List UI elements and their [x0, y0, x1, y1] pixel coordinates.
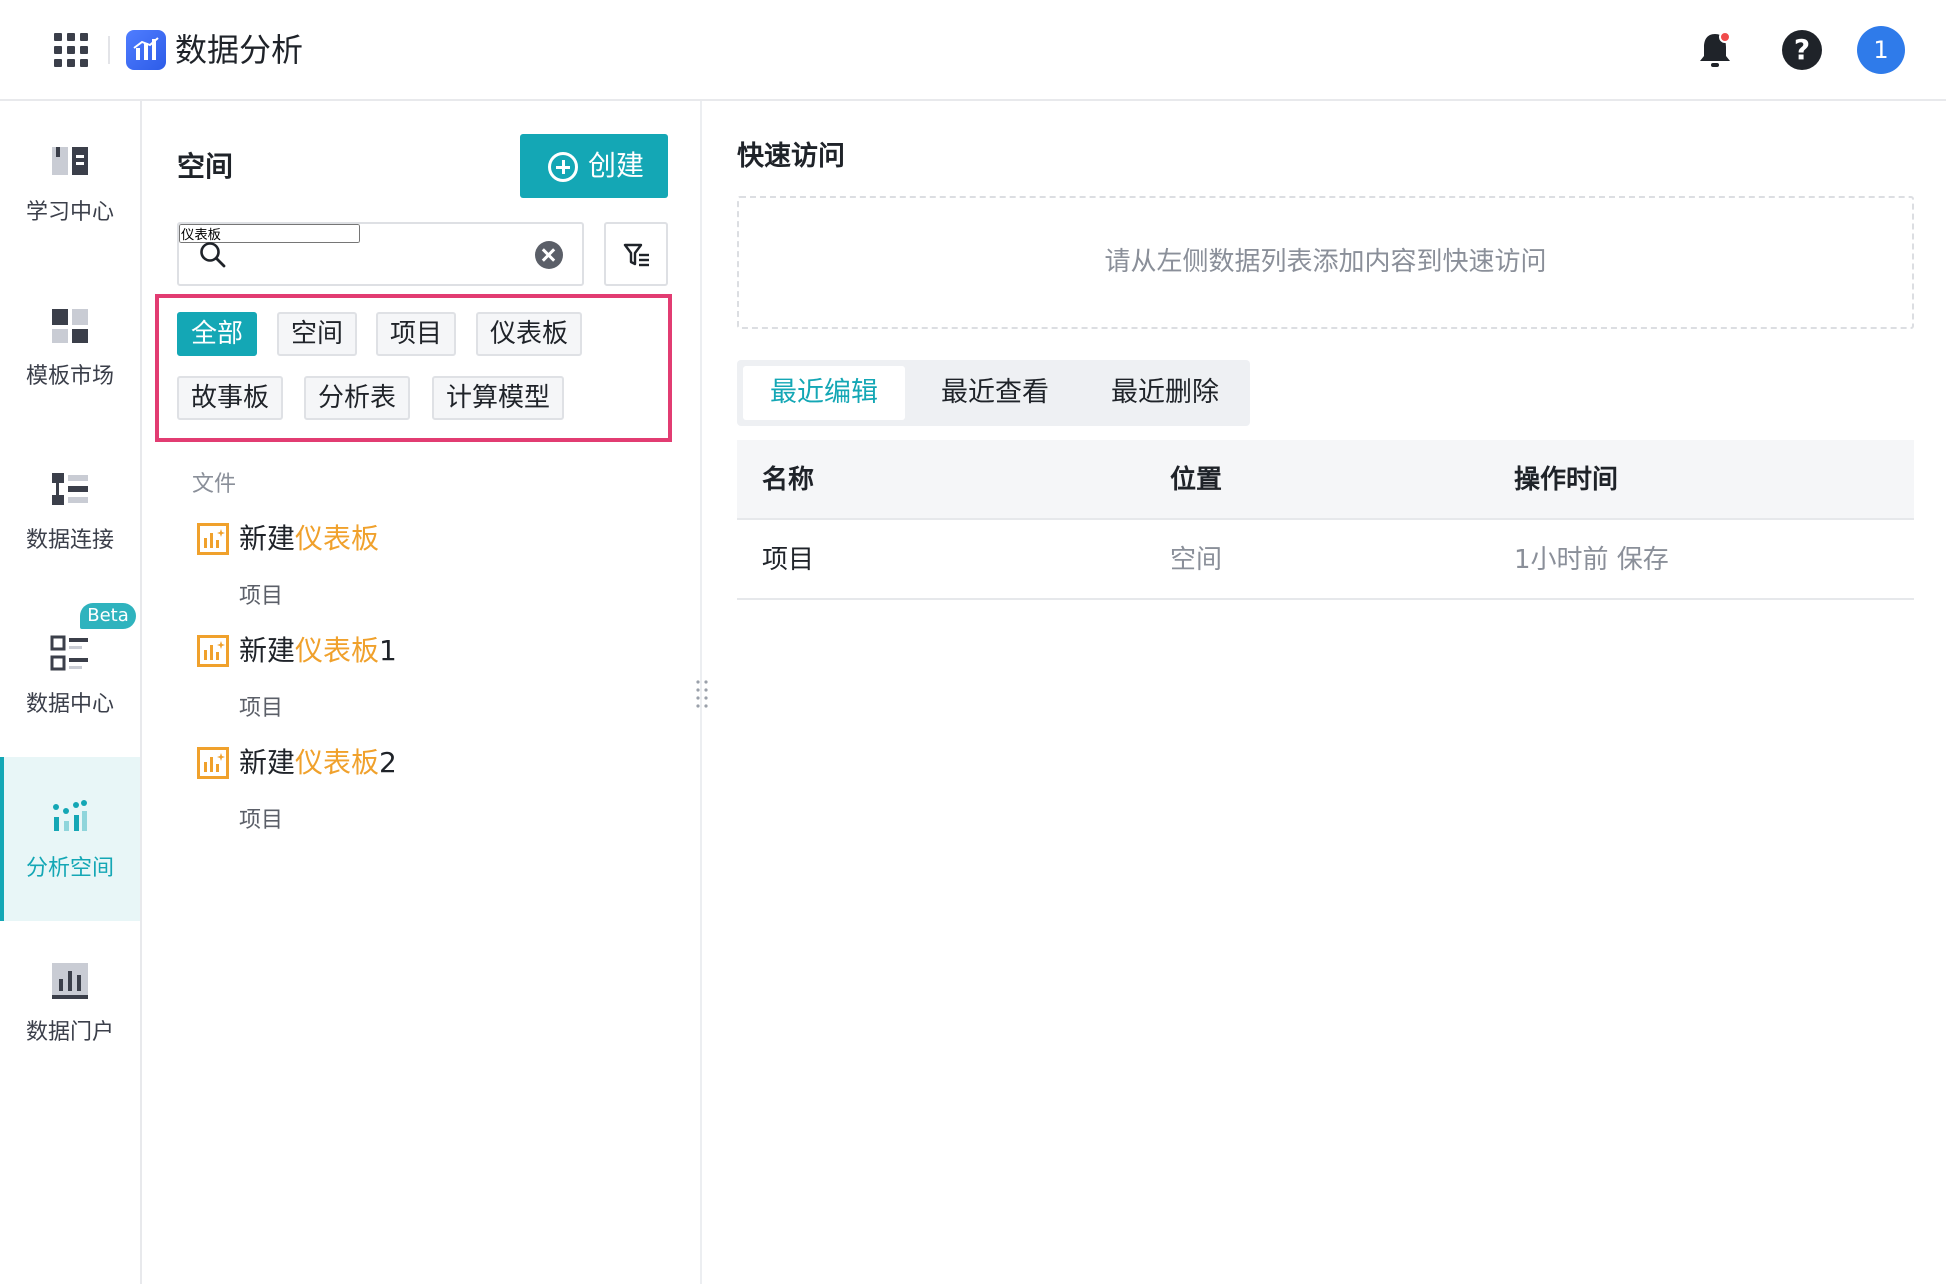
analysis-space-icon [50, 797, 90, 837]
file-section-header: 文件 [192, 472, 237, 497]
space-panel: 空间 创建 全部 空间 项目 仪表板 故事板 分析表 计算模型 文件 [142, 101, 702, 1284]
nav-item-analysis-space[interactable]: 分析空间 [0, 757, 140, 921]
clear-search-icon[interactable] [535, 241, 563, 269]
app-title: 数据分析 [175, 31, 304, 69]
dashboard-file-icon [197, 747, 229, 779]
nav-label: 数据门户 [25, 1020, 114, 1045]
tag-storyboard[interactable]: 故事板 [177, 376, 284, 420]
data-center-icon [50, 633, 90, 673]
create-button-label: 创建 [588, 149, 645, 182]
row-name: 项目 [762, 545, 815, 575]
file-location: 项目 [239, 696, 284, 721]
plus-circle-icon [548, 152, 578, 182]
column-header-name: 名称 [762, 465, 815, 495]
book-icon [50, 141, 90, 181]
beta-badge: Beta [80, 603, 136, 629]
tag-analysis-table[interactable]: 分析表 [304, 376, 411, 420]
tag-all[interactable]: 全部 [177, 312, 258, 356]
file-item[interactable]: 新建仪表板1 项目 [197, 634, 677, 735]
tab-recent-edit[interactable]: 最近编辑 [743, 366, 905, 420]
tag-project[interactable]: 项目 [376, 312, 457, 356]
create-button[interactable]: 创建 [520, 134, 668, 198]
column-header-time: 操作时间 [1514, 465, 1619, 495]
top-bar: 数据分析 ? 1 [0, 0, 1946, 101]
file-name: 新建仪表板1 [239, 634, 397, 667]
data-connect-icon [50, 469, 90, 509]
top-divider [108, 36, 110, 64]
nav-label: 模板市场 [25, 364, 114, 389]
left-nav: 学习中心 模板市场 数据连接 数据中心 分析空间 数据门户 Beta [0, 101, 142, 1284]
main-panel: 快速访问 请从左侧数据列表添加内容到快速访问 最近编辑 最近查看 最近删除 名称… [702, 101, 1946, 1284]
quick-access-title: 快速访问 [737, 141, 845, 172]
dashboard-file-icon [197, 635, 229, 667]
help-icon[interactable]: ? [1782, 30, 1822, 70]
file-location: 项目 [239, 808, 284, 833]
nav-item-data-portal[interactable]: 数据门户 [0, 921, 140, 1085]
column-header-location: 位置 [1170, 465, 1223, 495]
space-title: 空间 [177, 150, 234, 183]
nav-item-learning-center[interactable]: 学习中心 [0, 101, 140, 265]
nav-label: 数据中心 [25, 692, 114, 717]
tag-calc-model[interactable]: 计算模型 [432, 376, 565, 420]
nav-item-data-connect[interactable]: 数据连接 [0, 429, 140, 593]
search-box [177, 222, 584, 286]
app-logo-icon [126, 30, 166, 70]
nav-label: 分析空间 [25, 856, 114, 881]
recent-tabs: 最近编辑 最近查看 最近删除 [737, 360, 1250, 426]
file-location: 项目 [239, 584, 284, 609]
template-icon [50, 305, 90, 345]
tag-space[interactable]: 空间 [277, 312, 358, 356]
filter-button[interactable] [604, 222, 668, 286]
nav-label: 学习中心 [25, 200, 114, 225]
dashboard-file-icon [197, 523, 229, 555]
table-row[interactable]: 项目 空间 1小时前 保存 [737, 520, 1914, 600]
file-name: 新建仪表板2 [239, 746, 397, 779]
tab-recent-view[interactable]: 最近查看 [915, 366, 1075, 420]
tag-dashboard[interactable]: 仪表板 [476, 312, 583, 356]
nav-label: 数据连接 [25, 528, 114, 553]
row-location: 空间 [1170, 545, 1223, 575]
file-item[interactable]: 新建仪表板2 项目 [197, 746, 677, 847]
data-portal-icon [50, 961, 90, 1001]
notification-bell-icon[interactable] [1696, 30, 1734, 70]
nav-item-template-market[interactable]: 模板市场 [0, 265, 140, 429]
row-time: 1小时前 保存 [1514, 545, 1669, 575]
search-icon [200, 242, 226, 268]
user-avatar[interactable]: 1 [1857, 26, 1905, 74]
filter-icon [623, 243, 649, 267]
quick-access-empty: 请从左侧数据列表添加内容到快速访问 [737, 196, 1914, 329]
table-header: 名称 位置 操作时间 [737, 440, 1914, 520]
tab-recent-delete[interactable]: 最近删除 [1085, 366, 1245, 420]
app-grid-icon[interactable] [54, 33, 88, 67]
file-item[interactable]: 新建仪表板 项目 [197, 522, 677, 623]
file-name: 新建仪表板 [239, 522, 380, 555]
